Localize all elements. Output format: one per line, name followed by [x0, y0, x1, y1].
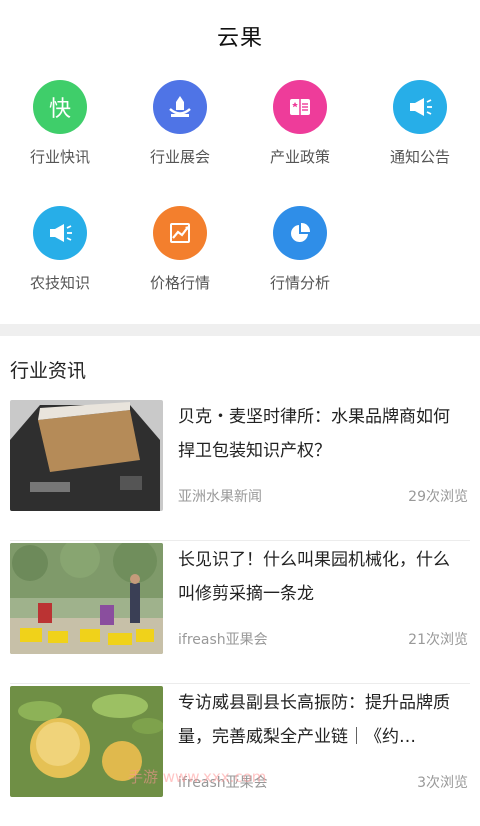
- category-label: 价格行情: [149, 274, 210, 292]
- price-trend-icon: [153, 206, 207, 260]
- pie-chart-icon: [273, 206, 327, 260]
- category-label: 行业快讯: [29, 148, 90, 166]
- flash-news-icon: 快: [33, 80, 87, 134]
- category-agri-knowledge[interactable]: 农技知识: [0, 206, 120, 324]
- section-title: 行业资讯: [10, 360, 87, 382]
- flash-news-glyph: 快: [48, 97, 71, 122]
- news-view-count: 21次浏览: [408, 632, 468, 648]
- category-label: 产业政策: [269, 148, 330, 166]
- category-label: 行情分析: [269, 274, 330, 292]
- category-grid: 快 行业快讯 行业展会 产业政策 通知公告 农技知识 价格行情 行情分析: [0, 72, 480, 324]
- news-thumbnail: [10, 543, 163, 654]
- exhibition-icon: [153, 80, 207, 134]
- news-headline: 专访威县副县长高振防：提升品牌质量，完善威梨全产业链｜《约…: [178, 693, 450, 747]
- news-view-count: 3次浏览: [417, 775, 468, 791]
- news-thumbnail: [10, 400, 163, 511]
- section-divider: [0, 324, 480, 336]
- news-item[interactable]: 专访威县副县长高振防：提升品牌质量，完善威梨全产业链｜《约… ifreash亚果…: [10, 684, 470, 826]
- news-item[interactable]: 贝克・麦坚时律所：水果品牌商如何捍卫包装知识产权？ 亚洲水果新闻 29次浏览: [10, 398, 470, 541]
- news-list: 贝克・麦坚时律所：水果品牌商如何捍卫包装知识产权？ 亚洲水果新闻 29次浏览 长…: [0, 398, 480, 826]
- category-label: 通知公告: [389, 148, 450, 166]
- news-headline: 贝克・麦坚时律所：水果品牌商如何捍卫包装知识产权？: [178, 407, 450, 461]
- category-announcement[interactable]: 通知公告: [360, 80, 480, 206]
- category-label: 农技知识: [29, 274, 90, 292]
- megaphone-icon: [33, 206, 87, 260]
- app-header: 云果: [0, 0, 480, 72]
- news-item[interactable]: 长见识了！什么叫果园机械化，什么叫修剪采摘一条龙 ifreash亚果会 21次浏…: [10, 541, 470, 684]
- news-thumbnail: [10, 686, 163, 797]
- page-title: 云果: [216, 26, 263, 51]
- category-label: 行业展会: [149, 148, 210, 166]
- news-source: 亚洲水果新闻: [178, 489, 262, 505]
- news-source: ifreash亚果会: [178, 775, 268, 791]
- megaphone-icon: [393, 80, 447, 134]
- category-policy[interactable]: 产业政策: [240, 80, 360, 206]
- news-headline: 长见识了！什么叫果园机械化，什么叫修剪采摘一条龙: [178, 550, 450, 604]
- category-exhibition[interactable]: 行业展会: [120, 80, 240, 206]
- category-price[interactable]: 价格行情: [120, 206, 240, 324]
- news-source: ifreash亚果会: [178, 632, 268, 648]
- category-analysis[interactable]: 行情分析: [240, 206, 360, 324]
- policy-book-icon: [273, 80, 327, 134]
- news-view-count: 29次浏览: [408, 489, 468, 505]
- category-industry-news[interactable]: 快 行业快讯: [0, 80, 120, 206]
